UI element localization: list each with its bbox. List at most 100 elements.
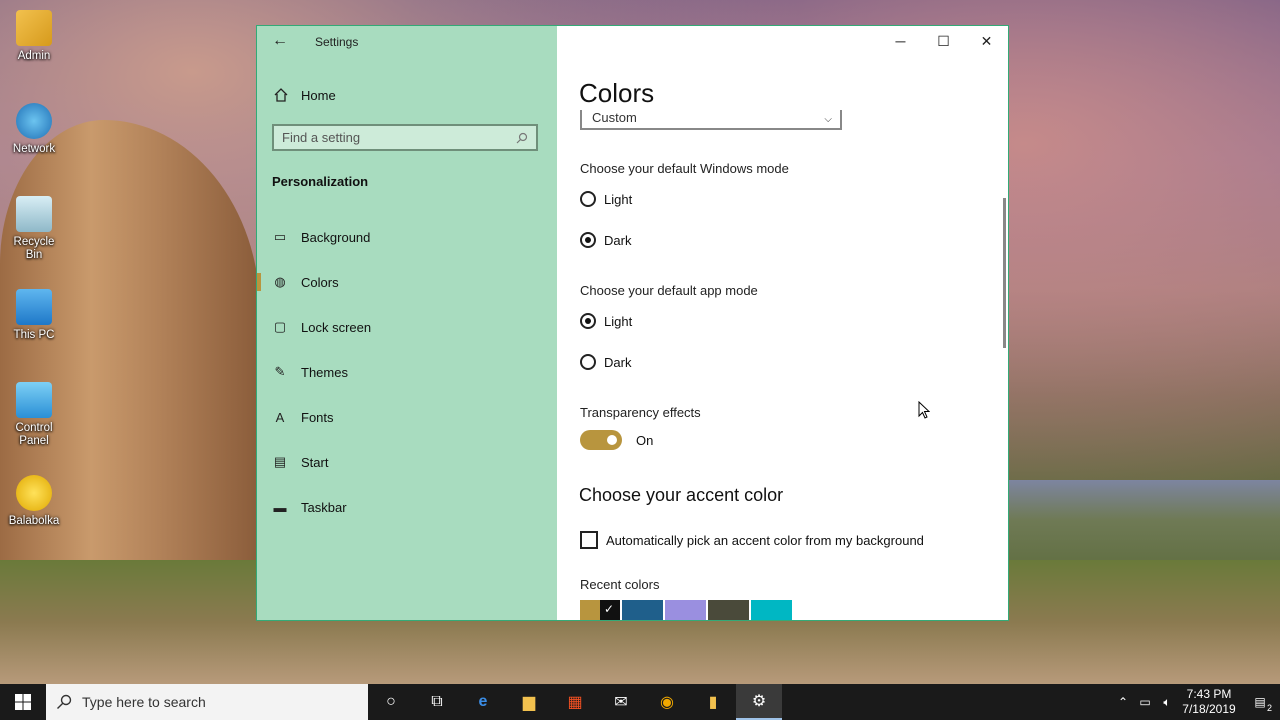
transparency-label: Transparency effects: [580, 405, 701, 420]
settings-window: ← Settings Home Find a setting Personali…: [257, 26, 1008, 620]
store-button[interactable]: ▦: [552, 684, 598, 720]
chevron-up-icon[interactable]: ⌃: [1112, 695, 1134, 709]
network-icon[interactable]: ▭: [1134, 695, 1156, 709]
back-button[interactable]: ←: [267, 28, 293, 54]
windows-mode-dark-radio[interactable]: Dark: [580, 232, 631, 248]
file-icon: ▮: [708, 694, 718, 711]
home-icon: [274, 88, 288, 102]
settings-taskbar-button[interactable]: ⚙: [736, 684, 782, 720]
maximize-button[interactable]: ☐: [922, 26, 965, 56]
taskbar: Type here to search ○ ⧉ e ▆ ▦ ✉ ◉ ▮ ⚙ ⌃ …: [0, 684, 1280, 720]
system-tray: ⌃ ▭ 🔈︎ 7:43 PM 7/18/2019 ▤ 2: [1112, 684, 1280, 720]
clock[interactable]: 7:43 PM 7/18/2019: [1178, 687, 1240, 717]
arrow-left-icon: ←: [272, 32, 288, 49]
window-title: Settings: [315, 35, 359, 49]
wallpaper-rock: [0, 120, 260, 600]
notification-icon: ▤: [1254, 695, 1266, 709]
sidebar-item-background[interactable]: ▭ Background: [257, 219, 557, 255]
edge-icon: e: [478, 693, 488, 710]
transparency-toggle[interactable]: On: [580, 430, 653, 450]
app-mode-dark-radio[interactable]: Dark: [580, 354, 631, 370]
windows-mode-light-radio[interactable]: Light: [580, 191, 632, 207]
minimize-button[interactable]: ─: [879, 26, 922, 56]
search-icon: [57, 694, 72, 709]
palette-icon: ◍: [274, 274, 286, 289]
minimize-icon: ─: [895, 33, 906, 49]
search-icon: [516, 132, 528, 143]
desktop-icon-this-pc[interactable]: This PC: [4, 289, 64, 342]
section-title: Personalization: [272, 174, 369, 189]
app-button-globe[interactable]: ◉: [644, 684, 690, 720]
radio-circle-selected: [580, 313, 596, 329]
image-icon: ▭: [273, 229, 287, 244]
control-panel-icon: [16, 382, 52, 418]
notification-count-badge: 2: [1266, 703, 1272, 713]
toggle-switch: [580, 430, 622, 450]
sidebar-item-colors[interactable]: ◍ Colors: [257, 264, 557, 300]
computer-icon: [16, 289, 52, 325]
auto-accent-checkbox[interactable]: Automatically pick an accent color from …: [580, 531, 924, 549]
caption-buttons: ─ ☐ ✕: [879, 26, 1008, 56]
recycle-bin-icon: [16, 196, 52, 232]
desktop-icon-admin[interactable]: Admin: [4, 10, 64, 63]
accent-color-heading: Choose your accent color: [579, 485, 784, 505]
color-swatch-black-selected[interactable]: ✓: [600, 600, 620, 620]
desktop-icon-control-panel[interactable]: Control Panel: [4, 382, 64, 448]
color-swatch-lavender[interactable]: [665, 600, 706, 620]
action-center-button[interactable]: ▤ 2: [1240, 695, 1280, 713]
recent-colors: ✓: [580, 600, 792, 620]
color-swatch-teal[interactable]: [751, 600, 792, 620]
page-title: Colors: [579, 78, 655, 108]
edge-button[interactable]: e: [460, 684, 506, 720]
radio-circle: [580, 354, 596, 370]
start-button[interactable]: [0, 684, 46, 720]
close-button[interactable]: ✕: [965, 26, 1008, 56]
color-swatch-blue[interactable]: [622, 600, 663, 620]
font-icon: A: [275, 409, 285, 425]
cortana-button[interactable]: ○: [368, 684, 414, 720]
taskbar-search-box[interactable]: Type here to search: [46, 684, 368, 720]
sidebar-item-lock-screen[interactable]: ▢ Lock screen: [257, 309, 557, 345]
scrollbar-thumb[interactable]: [1003, 198, 1006, 348]
checkmark-icon: ✓: [604, 602, 615, 616]
find-setting-input[interactable]: Find a setting: [272, 124, 538, 151]
windows-mode-label: Choose your default Windows mode: [580, 161, 789, 176]
gear-icon: ⚙: [751, 693, 767, 710]
windows-logo-icon: [15, 694, 31, 710]
start-icon: ▤: [273, 454, 287, 469]
mail-button[interactable]: ✉: [598, 684, 644, 720]
cortana-circle-icon: ○: [386, 693, 396, 710]
app-button-files[interactable]: ▮: [690, 684, 736, 720]
app-mode-label: Choose your default app mode: [580, 283, 758, 298]
sidebar-item-taskbar[interactable]: ▬ Taskbar: [257, 489, 557, 525]
app-mode-light-radio[interactable]: Light: [580, 313, 632, 329]
sidebar-item-start[interactable]: ▤ Start: [257, 444, 557, 480]
volume-icon[interactable]: 🔈︎: [1156, 695, 1178, 710]
sidebar-item-fonts[interactable]: A Fonts: [257, 399, 557, 435]
store-icon: ▦: [567, 694, 583, 711]
user-folder-icon: [16, 10, 52, 46]
sidebar-item-themes[interactable]: ✎ Themes: [257, 354, 557, 390]
desktop-icon-balabolka[interactable]: Balabolka: [4, 475, 64, 528]
color-swatch-gold[interactable]: [580, 600, 600, 620]
taskbar-icon: ▬: [273, 499, 287, 515]
mail-icon: ✉: [614, 694, 628, 711]
settings-content: ─ ☐ ✕ Colors Custom ⌵ Choose your defaul…: [557, 26, 1008, 620]
chevron-down-icon: ⌵: [824, 114, 832, 125]
folder-icon: ▆: [522, 694, 536, 711]
home-link[interactable]: Home: [273, 84, 336, 106]
desktop-icon-network[interactable]: Network: [4, 103, 64, 156]
task-view-icon: ⧉: [431, 693, 443, 710]
color-swatch-olive[interactable]: [708, 600, 749, 620]
desktop-icon-recycle-bin[interactable]: Recycle Bin: [4, 196, 64, 262]
task-view-button[interactable]: ⧉: [414, 684, 460, 720]
checkbox-box: [580, 531, 598, 549]
settings-sidebar: ← Settings Home Find a setting Personali…: [257, 26, 557, 620]
brush-icon: ✎: [274, 364, 286, 379]
color-mode-dropdown[interactable]: Custom ⌵: [580, 110, 842, 130]
file-explorer-button[interactable]: ▆: [506, 684, 552, 720]
network-icon: [16, 103, 52, 139]
lock-screen-icon: ▢: [273, 319, 287, 334]
globe-icon: ◉: [660, 694, 674, 711]
close-icon: ✕: [980, 32, 993, 49]
